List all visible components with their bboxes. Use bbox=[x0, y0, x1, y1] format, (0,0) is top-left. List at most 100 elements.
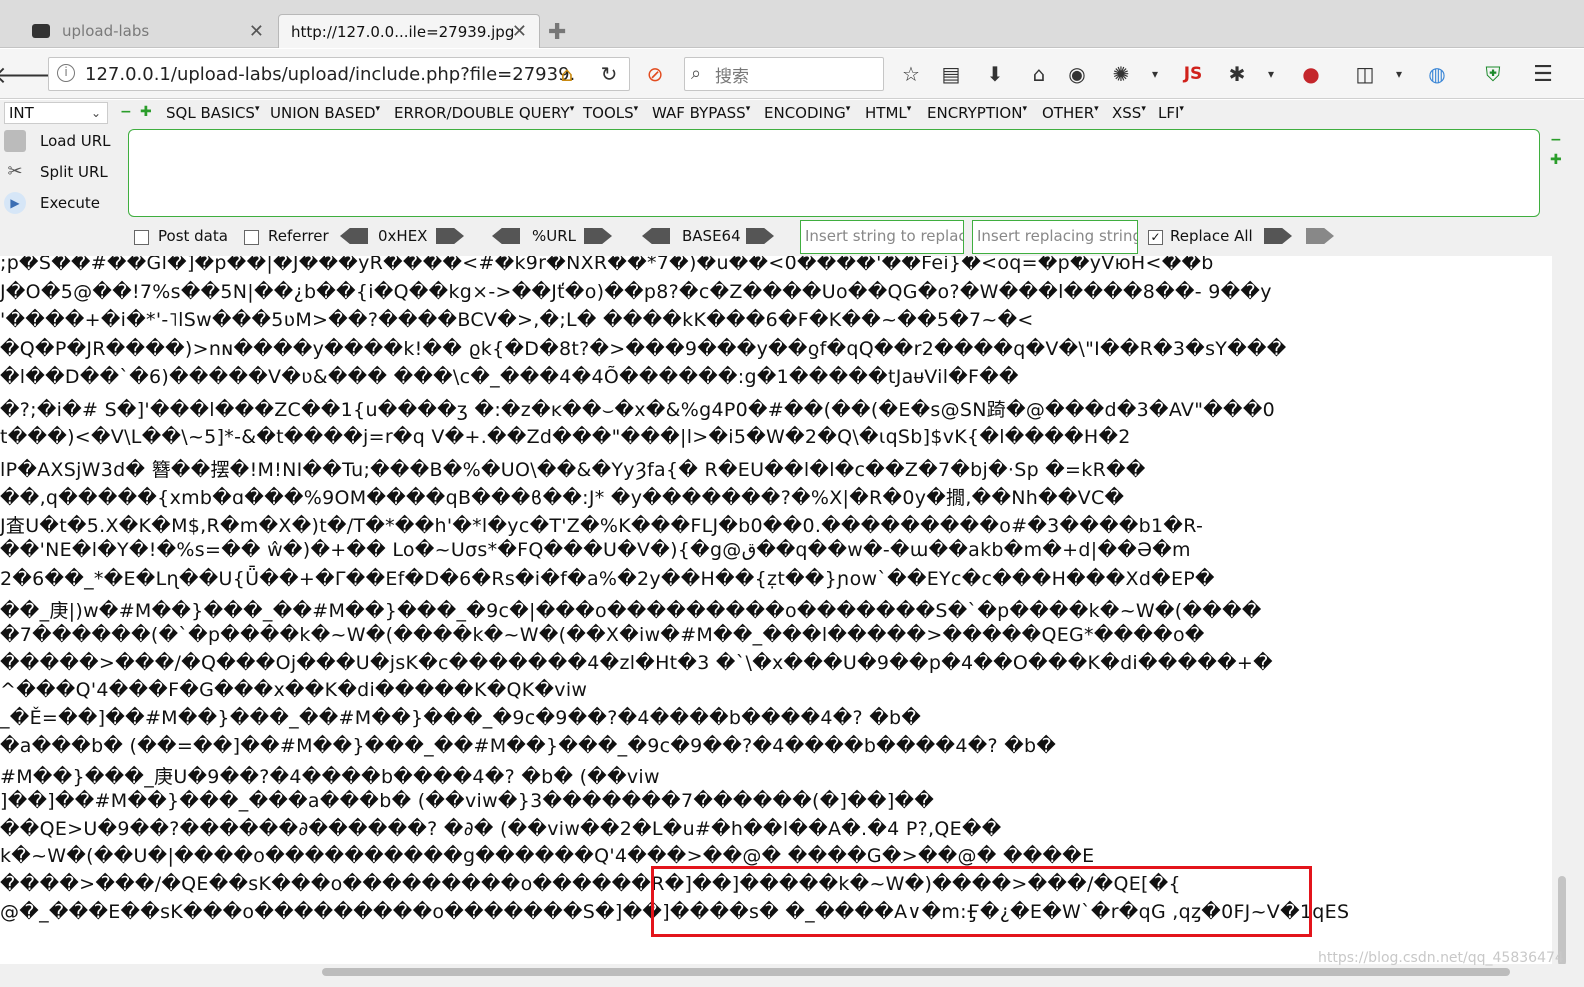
garbled-line: #M��}���_庚U�9��?�4����b����4�? �b� (��vi… bbox=[0, 766, 660, 788]
url-text: 127.0.0.1/upload-labs/upload/include.php… bbox=[85, 63, 576, 85]
menu-html[interactable]: HTML bbox=[865, 104, 911, 122]
garbled-line: ;p�S��#��Gl�]�p��|�J���yR����<#�k9r�NXR�… bbox=[0, 256, 1214, 274]
menu-lfi[interactable]: LFI bbox=[1158, 104, 1184, 122]
download-icon[interactable]: ⬇ bbox=[980, 59, 1010, 89]
garbled-line: �a���b� (��=��]��#M��}���_��#M��}���_�9c… bbox=[0, 735, 1057, 757]
sidebar-icon[interactable]: ◫ bbox=[1350, 59, 1380, 89]
search-input[interactable]: ⌕ 搜索 bbox=[684, 57, 884, 91]
load-url-icon bbox=[4, 130, 26, 152]
garbled-line: �����>���/�Q���Oj���U�jsK�c�������4�zl�H… bbox=[0, 652, 1273, 674]
base64-decode-arrow-icon[interactable] bbox=[642, 228, 670, 244]
extension-globe-icon[interactable]: ◉ bbox=[1062, 59, 1092, 89]
close-tab-icon[interactable]: ✕ bbox=[249, 21, 264, 42]
reload-icon[interactable]: ↻ bbox=[594, 59, 624, 89]
plus-icon[interactable]: ✚ bbox=[140, 105, 152, 119]
menu-dropdown-icon[interactable]: ▾ bbox=[1140, 59, 1170, 89]
referrer-label: Referrer bbox=[268, 227, 329, 245]
hamburger-menu-icon[interactable]: ☰ bbox=[1528, 59, 1558, 89]
garbled-line: �?;�i�# S�]'���l���ZC��1{u����ʒ �:�z�ĸ��… bbox=[0, 399, 1275, 421]
garbled-line: '����+�i�*'-˥lSw���5ʋM>��?����BCV�>,�;L�… bbox=[0, 309, 1034, 331]
hex-label: 0xHEX bbox=[378, 227, 428, 245]
replace-from-input[interactable]: Insert string to replace bbox=[800, 220, 964, 254]
new-tab-icon[interactable]: ✚ bbox=[548, 20, 566, 45]
menu-encryption[interactable]: ENCRYPTION bbox=[927, 104, 1027, 122]
tab-include-php[interactable]: http://127.0.0...ile=27939.jpg ✕ bbox=[278, 14, 540, 48]
play-icon: ▶ bbox=[4, 192, 26, 214]
garbled-line: �l��D��`�6)�����V�ʋ&��� ���\c�_���4�4Õ��… bbox=[0, 366, 1019, 388]
menu-error-double-query[interactable]: ERROR/DOUBLE QUERY bbox=[394, 104, 574, 122]
hex-decode-arrow-icon[interactable] bbox=[340, 228, 368, 244]
garbled-line: ��,q�����{xmb�ɑ���%9OM����qB���ϐ��:J* �y… bbox=[0, 487, 1125, 509]
garbled-line: ��QE>U�9��?������∂������? �∂� (��viw��2�… bbox=[0, 818, 1002, 840]
bug-icon[interactable]: ✱ bbox=[1222, 59, 1252, 89]
menu-waf-bypass[interactable]: WAF BYPASS bbox=[652, 104, 750, 122]
split-url-button[interactable]: ✂ Split URL bbox=[4, 161, 107, 183]
url-bar[interactable]: i 127.0.0.1/upload-labs/upload/include.p… bbox=[48, 57, 630, 91]
horizontal-scroll-thumb[interactable] bbox=[322, 968, 1510, 976]
tab-bar: upload-labs ✕ http://127.0.0...ile=27939… bbox=[0, 0, 1584, 48]
chevron-down-icon: ⌄ bbox=[90, 106, 101, 120]
menu-other[interactable]: OTHER bbox=[1042, 104, 1099, 122]
search-placeholder: 搜索 bbox=[715, 66, 749, 87]
close-tab-icon[interactable]: ✕ bbox=[512, 21, 527, 42]
translate-globe-icon[interactable]: ◍ bbox=[1422, 59, 1452, 89]
shield-addon-icon[interactable]: ● bbox=[1296, 59, 1326, 89]
replace-all-checkbox[interactable]: ✓ bbox=[1148, 230, 1163, 245]
menu-dropdown-icon[interactable]: ▾ bbox=[1384, 59, 1414, 89]
garbled-line: �7������(�`�p����k�~W�(����k�~W�(��X�iw�… bbox=[0, 624, 1205, 646]
replace-to-input[interactable]: Insert replacing string bbox=[972, 220, 1138, 254]
garbled-line: 2�6��_*�E�Lɳ��U{Ǖ��+�Γ��Ef�D�6�Rs�i�f�a%… bbox=[0, 568, 1215, 590]
type-select[interactable]: INT ⌄ bbox=[4, 102, 108, 124]
execute-label: Execute bbox=[40, 194, 100, 212]
hackbar-panel: INT ⌄ − ✚ SQL BASICS UNION BASED ERROR/D… bbox=[0, 100, 1584, 256]
security-shield-icon[interactable]: ⛨ bbox=[1478, 59, 1508, 89]
replace-arrow-icon[interactable] bbox=[1264, 228, 1292, 244]
garbled-line: �Q�P�JR����)>nɴ����y����k!�� ϱk{�D�8t?�>… bbox=[0, 338, 1287, 360]
tab-upload-labs[interactable]: upload-labs ✕ bbox=[8, 14, 276, 48]
scissors-icon: ✂ bbox=[7, 161, 23, 182]
type-select-value: INT bbox=[9, 104, 34, 122]
back-arrow-icon[interactable]: 🡐 bbox=[0, 59, 57, 89]
menu-encoding[interactable]: ENCODING bbox=[764, 104, 850, 122]
menu-sql-basics[interactable]: SQL BASICS bbox=[166, 104, 259, 122]
home-bookmark-icon[interactable]: ⌂ bbox=[552, 59, 582, 89]
menu-tools[interactable]: TOOLS bbox=[583, 104, 638, 122]
url-decode-arrow-icon[interactable] bbox=[492, 228, 520, 244]
minus-icon[interactable]: − bbox=[120, 105, 132, 119]
post-data-label: Post data bbox=[158, 227, 228, 245]
horizontal-scrollbar[interactable] bbox=[0, 964, 1584, 987]
referrer-checkbox[interactable] bbox=[244, 230, 259, 245]
info-icon[interactable]: i bbox=[57, 64, 75, 82]
red-highlight-box bbox=[651, 866, 1312, 937]
palette-icon[interactable]: ✺ bbox=[1106, 59, 1136, 89]
load-url-button[interactable]: Load URL bbox=[4, 130, 111, 152]
post-data-checkbox[interactable] bbox=[134, 230, 149, 245]
bookmark-star-icon[interactable]: ☆ bbox=[896, 59, 926, 89]
url-encode-arrow-icon[interactable] bbox=[584, 228, 612, 244]
garbled-line: J査U�t�5.X�K�M$,R�m�X�)t�/T�*��h'�*l�yc�T… bbox=[0, 515, 1204, 537]
hackbar-options-row: Post data Referrer 0xHEX %URL BASE64 Ins… bbox=[0, 220, 1584, 254]
menu-union-based[interactable]: UNION BASED bbox=[270, 104, 380, 122]
hackbar-url-textarea[interactable] bbox=[128, 129, 1540, 217]
watermark: https://blog.csdn.net/qq_45836474 bbox=[1318, 950, 1564, 966]
garbled-line: J�O�5@��!7%s��5N|��¿b��{i�Q��kg×->��Jť�o… bbox=[0, 281, 1272, 303]
adblock-icon[interactable]: ⊘ bbox=[640, 59, 670, 89]
reading-list-icon[interactable]: ▤ bbox=[936, 59, 966, 89]
url-encode-label: %URL bbox=[532, 227, 577, 245]
expand-icon[interactable]: ✚ bbox=[1550, 153, 1562, 167]
garbled-line: ]��]��#M��}���_���a���b� (��viw�}3������… bbox=[0, 790, 935, 812]
garbled-line: ��_庚|)w�#M��}���_��#M��}���_�9c�|���o���… bbox=[0, 600, 1262, 622]
menu-dropdown-icon[interactable]: ▾ bbox=[1256, 59, 1286, 89]
js-toggle-icon[interactable]: JS bbox=[1178, 59, 1208, 89]
replace-all-arrow-icon[interactable] bbox=[1306, 228, 1334, 244]
garbled-line: t���)<�V\L��\~5]*-&�t����j=r�q V�+.��Zd�… bbox=[0, 426, 1131, 448]
vertical-scrollbar[interactable] bbox=[1552, 256, 1584, 976]
menu-xss[interactable]: XSS bbox=[1112, 104, 1146, 122]
base64-encode-arrow-icon[interactable] bbox=[746, 228, 774, 244]
home-icon[interactable]: ⌂ bbox=[1024, 59, 1054, 89]
load-url-label: Load URL bbox=[40, 132, 111, 150]
hex-encode-arrow-icon[interactable] bbox=[436, 228, 464, 244]
shrink-icon[interactable]: − bbox=[1550, 133, 1562, 147]
execute-button[interactable]: ▶ Execute bbox=[4, 192, 100, 214]
hackbar-menu-row: INT ⌄ − ✚ SQL BASICS UNION BASED ERROR/D… bbox=[0, 100, 1584, 126]
